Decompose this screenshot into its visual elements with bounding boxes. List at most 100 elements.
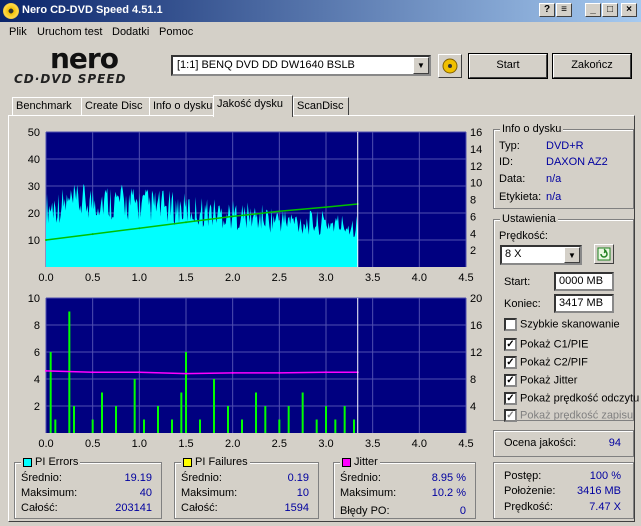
- tab-disc-info[interactable]: Info o dysku: [149, 97, 214, 116]
- y-tick-label: 4: [34, 374, 40, 386]
- pi-errors-title-text: PI Errors: [35, 456, 79, 468]
- x-tick-label: 1.5: [178, 438, 193, 450]
- start-button[interactable]: Start: [468, 53, 548, 79]
- logo-nero-text: nero: [50, 42, 119, 75]
- y-right-tick-label: 4: [470, 228, 476, 240]
- x-tick-label: 4.5: [458, 438, 473, 450]
- y-right-tick-label: 4: [470, 401, 476, 413]
- jitter-swatch: [342, 457, 351, 467]
- menu-pomoc[interactable]: Pomoc: [159, 26, 193, 38]
- x-tick-label: 2.0: [225, 438, 240, 450]
- x-tick-label: 4.0: [412, 438, 427, 450]
- end-label: Koniec:: [504, 298, 541, 310]
- disc-type-label: Typ:: [499, 140, 520, 152]
- x-tick-label: 1.0: [132, 272, 147, 284]
- refresh-icon: [597, 247, 611, 261]
- jitter-point: [45, 369, 47, 372]
- y-tick-label: 10: [28, 293, 40, 305]
- y-tick-label: 50: [28, 127, 40, 139]
- tab-disc-quality[interactable]: Jakość dysku: [213, 95, 293, 117]
- pi-failures-title-text: PI Failures: [195, 456, 248, 468]
- chevron-down-icon[interactable]: ▼: [413, 57, 429, 74]
- menu-plik[interactable]: Plik: [9, 26, 27, 38]
- tab-benchmark[interactable]: Benchmark: [12, 97, 82, 116]
- menu-dodatki[interactable]: Dodatki: [112, 26, 149, 38]
- refresh-speed-button[interactable]: [594, 244, 614, 264]
- x-tick-label: 1.0: [132, 438, 147, 450]
- maximize-button[interactable]: □: [602, 3, 618, 17]
- disc-eject-icon: [442, 58, 458, 74]
- read-speed-point: [231, 215, 234, 218]
- y-right-tick-label: 10: [470, 178, 482, 190]
- x-tick-label: 0.5: [85, 438, 100, 450]
- jitter-title-text: Jitter: [354, 456, 378, 468]
- pi-errors-max-value: 40: [139, 487, 152, 499]
- checkbox-3[interactable]: ✓ Pokaż C2/PIF: [504, 356, 588, 369]
- close-button[interactable]: ×: [621, 3, 637, 17]
- pi-errors-swatch: [23, 457, 32, 467]
- y-right-tick-label: 8: [470, 374, 476, 386]
- start-input[interactable]: 0000 MB: [554, 272, 614, 291]
- read-speed-point: [138, 227, 141, 230]
- settings-icon[interactable]: ≡: [556, 3, 572, 17]
- tab-scandisc[interactable]: ScanDisc: [293, 97, 349, 116]
- drive-select[interactable]: [1:1] BENQ DVD DD DW1640 BSLB ▼: [171, 55, 431, 76]
- y-right-tick-label: 12: [470, 347, 482, 359]
- menu-uruchom-test[interactable]: Uruchom test: [37, 26, 102, 38]
- pi-failures-avg-value: 0.19: [287, 472, 309, 484]
- read-speed-point: [91, 233, 94, 236]
- check-icon: ✓: [504, 356, 517, 369]
- disc-id-value: DAXON AZ2: [546, 156, 608, 168]
- pi-failures-total-label: Całość:: [181, 502, 218, 514]
- end-input[interactable]: 3417 MB: [554, 294, 614, 313]
- pi-failures-title: PI Failures: [181, 456, 250, 468]
- y-tick-label: 10: [28, 235, 40, 247]
- x-tick-label: 2.5: [272, 438, 287, 450]
- checkbox-5[interactable]: ✓ Pokaż prędkość odczytu: [504, 392, 639, 405]
- exit-button[interactable]: Zakończ: [552, 53, 632, 79]
- jitter-point: [231, 371, 234, 374]
- pi-errors-max-label: Maksimum:: [21, 487, 78, 499]
- jitter-point: [138, 371, 141, 374]
- speed-select[interactable]: 8 X ▼: [500, 245, 582, 265]
- pi-errors-avg-value: 19.19: [124, 472, 152, 484]
- pi-failures-total-value: 1594: [284, 502, 309, 514]
- x-tick-label: 4.0: [412, 272, 427, 284]
- chevron-down-icon[interactable]: ▼: [564, 247, 580, 263]
- start-label: Start:: [504, 276, 531, 288]
- pi-errors-title: PI Errors: [21, 456, 81, 468]
- pi-errors-group: PI Errors Średnio: 19.19 Maksimum: 40 Ca…: [14, 456, 162, 519]
- settings-title: Ustawienia: [500, 213, 558, 225]
- checkbox-empty-icon: [504, 318, 517, 331]
- x-tick-label: 0.0: [38, 438, 53, 450]
- disc-id-label: ID:: [499, 156, 514, 168]
- position-value: 3416 MB: [576, 485, 621, 497]
- disc-type-value: DVD+R: [546, 140, 584, 152]
- checkbox-2[interactable]: ✓ Pokaż C1/PIE: [504, 338, 588, 351]
- checkbox-4[interactable]: ✓ Pokaż Jitter: [504, 374, 577, 387]
- checkbox-label: Szybkie skanowanie: [520, 318, 620, 331]
- eject-button[interactable]: [438, 54, 462, 78]
- window-title: Nero CD-DVD Speed 4.51.1: [22, 4, 163, 16]
- disc-label-value: n/a: [546, 191, 562, 203]
- pi-failures-max-value: 10: [296, 487, 309, 499]
- speed-select-value: 8 X: [505, 248, 522, 260]
- x-tick-label: 2.5: [272, 272, 287, 284]
- minimize-button[interactable]: _: [585, 3, 601, 17]
- tab-create-disc[interactable]: Create Disc: [81, 97, 150, 116]
- disc-info-title: Info o dysku: [500, 123, 564, 135]
- jitter-group: Jitter Średnio: 8.95 % Maksimum: 10.2 % …: [333, 456, 476, 519]
- disc-date-value: n/a: [546, 173, 562, 185]
- pi-failures-swatch: [183, 457, 192, 467]
- jitter-max-value: 10.2 %: [431, 487, 466, 499]
- pi-errors-avg-label: Średnio:: [21, 472, 62, 484]
- po-errors-label: Błędy PO:: [340, 505, 390, 517]
- read-speed-point: [185, 221, 187, 224]
- jitter-point: [185, 372, 187, 375]
- jitter-point: [278, 371, 281, 374]
- help-icon[interactable]: ?: [539, 3, 555, 17]
- x-tick-label: 0.5: [85, 272, 100, 284]
- y-right-tick-label: 2: [470, 245, 476, 257]
- checkbox-1[interactable]: Szybkie skanowanie: [504, 318, 620, 331]
- y-right-tick-label: 8: [470, 195, 476, 207]
